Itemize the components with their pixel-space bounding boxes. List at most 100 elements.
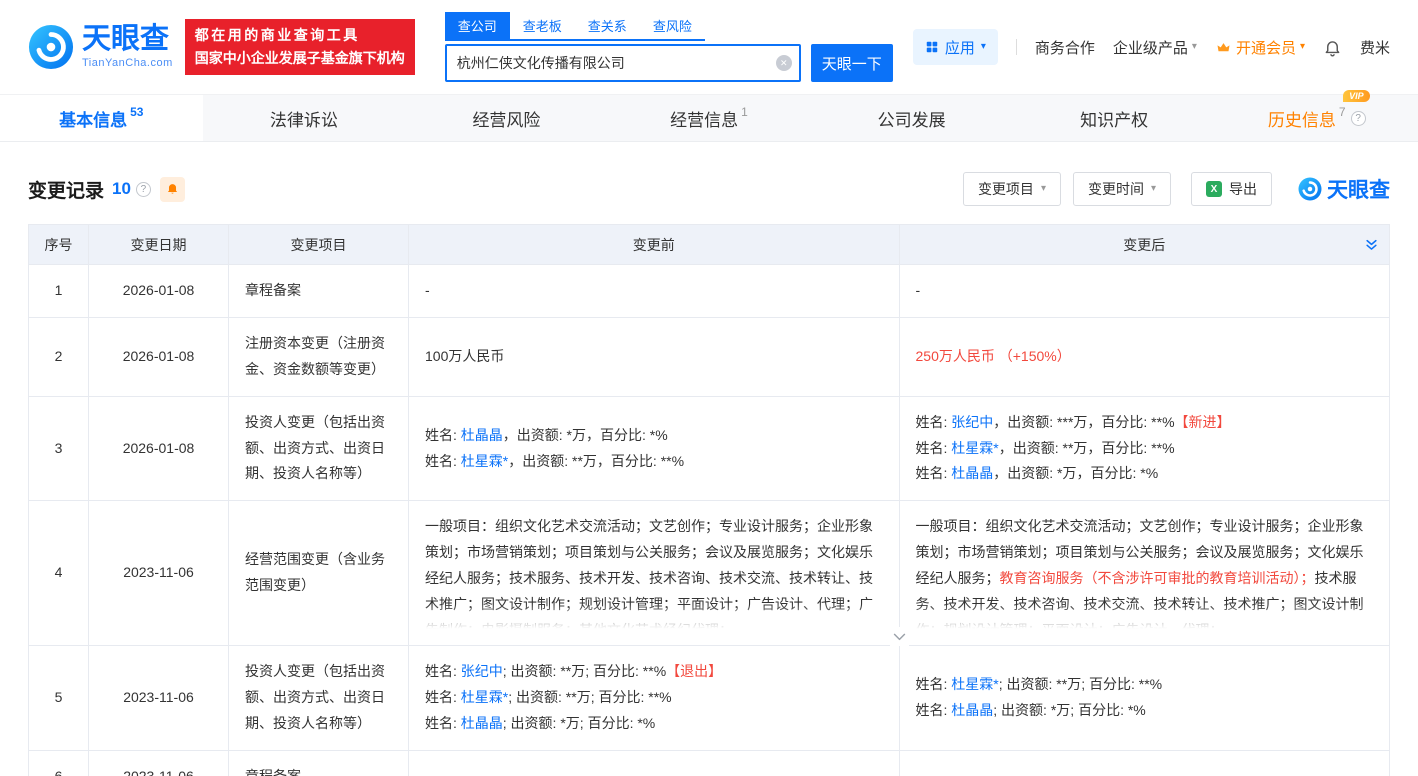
person-link[interactable]: 杜星霖* xyxy=(951,440,998,456)
watermark-label: 天眼查 xyxy=(1327,174,1390,204)
row-change-item: 经营范围变更（含业务范围变更） xyxy=(229,501,409,646)
expand-all-icon[interactable] xyxy=(1364,237,1379,252)
change-line: - xyxy=(916,764,1374,776)
cell-text: 姓名: xyxy=(425,427,461,443)
table-row: 52023-11-06投资人变更（包括出资额、出资方式、出资日期、投资人名称等）… xyxy=(29,646,1390,751)
person-link[interactable]: 杜星霖* xyxy=(461,689,508,705)
cell-content: 姓名: 张纪中，出资额: ***万，百分比: **%【新进】姓名: 杜星霖*，出… xyxy=(916,410,1374,488)
filter-change-time-button[interactable]: 变更时间 ▾ xyxy=(1073,172,1171,206)
section-title: 变更记录 xyxy=(28,176,104,203)
tab-intellectual-property[interactable]: 知识产权 xyxy=(1013,95,1216,141)
cooperation-label: 商务合作 xyxy=(1035,37,1095,58)
tab-operating-risk[interactable]: 经营风险 xyxy=(405,95,608,141)
change-line: 姓名: 杜晶晶，出资额: *万，百分比: *% xyxy=(425,423,883,449)
search-tab-risk[interactable]: 查风险 xyxy=(640,12,705,39)
table-row: 32026-01-08投资人变更（包括出资额、出资方式、出资日期、投资人名称等）… xyxy=(29,396,1390,501)
cell-content: 姓名: 杜晶晶，出资额: *万，百分比: *%姓名: 杜星霖*，出资额: **万… xyxy=(425,423,883,475)
username-label: 费米 xyxy=(1360,37,1390,58)
help-icon[interactable]: ? xyxy=(136,182,151,197)
col-change-date: 变更日期 xyxy=(89,225,229,265)
tianyancha-logo[interactable]: 天眼查 TianYanCha.com xyxy=(28,24,173,70)
row-change-item: 章程备案 xyxy=(229,751,409,776)
notifications-bell-icon[interactable] xyxy=(1323,38,1342,57)
row-seq: 5 xyxy=(29,646,89,751)
tab-history-info[interactable]: VIP 历史信息 7 ? xyxy=(1215,95,1418,141)
row-before: - xyxy=(409,751,900,776)
user-account[interactable]: 费米 xyxy=(1360,37,1390,58)
caret-down-icon: ▾ xyxy=(1192,42,1197,52)
export-button[interactable]: X 导出 xyxy=(1191,172,1272,206)
tab-label: 知识产权 xyxy=(1080,106,1148,131)
brand-name: 天眼查 xyxy=(82,25,173,54)
cell-text: ，出资额: ***万，百分比: **% xyxy=(993,414,1174,430)
filter-change-item-button[interactable]: 变更项目 ▾ xyxy=(963,172,1061,206)
person-link[interactable]: 杜星霖* xyxy=(951,676,998,692)
expand-row-icon[interactable] xyxy=(890,627,909,646)
row-after: - xyxy=(899,265,1390,318)
tab-business-info[interactable]: 经营信息 1 xyxy=(608,95,811,141)
change-line: 姓名: 张纪中，出资额: ***万，百分比: **%【新进】 xyxy=(916,410,1374,436)
help-icon[interactable]: ? xyxy=(1351,111,1366,126)
apps-menu-button[interactable]: 应用 ▾ xyxy=(913,29,998,65)
person-link[interactable]: 张纪中 xyxy=(951,414,993,430)
cell-content: - xyxy=(425,278,883,304)
person-link[interactable]: 杜晶晶 xyxy=(461,427,503,443)
cell-content: 姓名: 杜星霖*; 出资额: **万; 百分比: **%姓名: 杜晶晶; 出资额… xyxy=(916,672,1374,724)
cell-text: 姓名: xyxy=(916,676,952,692)
row-before: 100万人民币 xyxy=(409,317,900,396)
table-header-row: 序号 变更日期 变更项目 变更前 变更后 xyxy=(29,225,1390,265)
person-link[interactable]: 杜星霖* xyxy=(461,453,508,469)
row-after: 姓名: 张纪中，出资额: ***万，百分比: **%【新进】姓名: 杜星霖*，出… xyxy=(899,396,1390,501)
cell-content: 一般项目：组织文化艺术交流活动；文艺创作；专业设计服务；企业形象策划；市场营销策… xyxy=(916,514,1374,632)
cell-text: ，出资额: **万，百分比: **% xyxy=(999,440,1175,456)
search-input[interactable] xyxy=(445,44,801,82)
tab-basic-info[interactable]: 基本信息 53 xyxy=(0,95,203,141)
cell-content: 100万人民币 xyxy=(425,344,883,370)
row-seq: 6 xyxy=(29,751,89,776)
row-date: 2023-11-06 xyxy=(89,751,229,776)
row-after: 250万人民币 （+150%） xyxy=(899,317,1390,396)
col-change-item: 变更项目 xyxy=(229,225,409,265)
row-date: 2023-11-06 xyxy=(89,646,229,751)
export-label: 导出 xyxy=(1229,179,1257,199)
section-count: 10 xyxy=(112,179,131,199)
caret-down-icon: ▾ xyxy=(981,42,986,52)
search-area: 查公司 查老板 查关系 查风险 ✕ 天眼一下 xyxy=(445,12,893,82)
row-before: 一般项目：组织文化艺术交流活动；文艺创作；专业设计服务；企业形象策划；市场营销策… xyxy=(409,501,900,646)
person-link[interactable]: 杜晶晶 xyxy=(461,715,503,731)
person-link[interactable]: 杜晶晶 xyxy=(951,702,993,718)
clear-search-icon[interactable]: ✕ xyxy=(776,55,792,71)
cell-text: ; 出资额: **万; 百分比: **% xyxy=(999,676,1162,692)
search-tab-boss[interactable]: 查老板 xyxy=(510,12,575,39)
menu-item-cooperation[interactable]: 商务合作 xyxy=(1035,37,1095,58)
tab-company-development[interactable]: 公司发展 xyxy=(810,95,1013,141)
cell-text: - xyxy=(425,768,430,776)
row-after: 一般项目：组织文化艺术交流活动；文艺创作；专业设计服务；企业形象策划；市场营销策… xyxy=(899,501,1390,646)
cell-text: 姓名: xyxy=(425,689,461,705)
row-before: 姓名: 张纪中; 出资额: **万; 百分比: **%【退出】姓名: 杜星霖*;… xyxy=(409,646,900,751)
row-change-item: 投资人变更（包括出资额、出资方式、出资日期、投资人名称等） xyxy=(229,646,409,751)
caret-down-icon: ▾ xyxy=(1151,184,1156,194)
tab-count: 1 xyxy=(741,105,748,119)
tab-legal-litigation[interactable]: 法律诉讼 xyxy=(203,95,406,141)
tab-label: 法律诉讼 xyxy=(270,106,338,131)
search-tab-company[interactable]: 查公司 xyxy=(445,12,510,39)
search-button[interactable]: 天眼一下 xyxy=(811,44,893,82)
change-line: 姓名: 张纪中; 出资额: **万; 百分比: **%【退出】 xyxy=(425,659,883,685)
search-tab-relation[interactable]: 查关系 xyxy=(575,12,640,39)
top-header: 天眼查 TianYanCha.com 都在用的商业查询工具 国家中小企业发展子基… xyxy=(0,0,1418,94)
cell-text: 姓名: xyxy=(425,453,461,469)
row-before: - xyxy=(409,265,900,318)
col-before: 变更前 xyxy=(409,225,900,265)
cell-text: ; 出资额: **万; 百分比: **% xyxy=(503,663,666,679)
menu-item-open-vip[interactable]: 开通会员 ▾ xyxy=(1215,37,1305,58)
row-seq: 3 xyxy=(29,396,89,501)
cell-text: ; 出资额: **万; 百分比: **% xyxy=(508,689,671,705)
cell-text: 教育咨询服务（不含涉许可审批的教育培训活动）； xyxy=(1000,570,1315,586)
person-link[interactable]: 杜晶晶 xyxy=(951,465,993,481)
menu-item-enterprise[interactable]: 企业级产品 ▾ xyxy=(1113,37,1197,58)
subscribe-bell-icon[interactable] xyxy=(160,177,185,202)
cell-text: ; 出资额: *万; 百分比: *% xyxy=(993,702,1145,718)
person-link[interactable]: 张纪中 xyxy=(461,663,503,679)
promo-banner: 都在用的商业查询工具 国家中小企业发展子基金旗下机构 xyxy=(185,19,415,75)
